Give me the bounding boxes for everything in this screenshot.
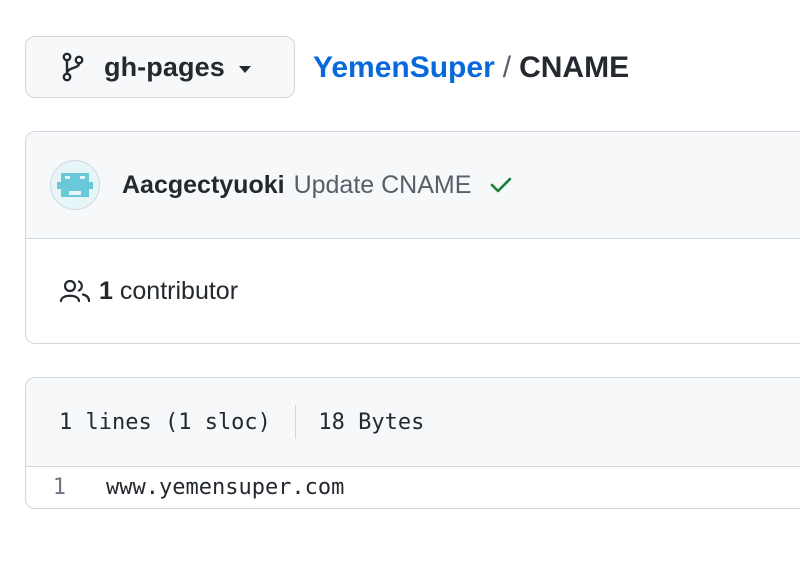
git-branch-icon xyxy=(60,52,86,82)
file-view-page: gh-pages YemenSuper / CNAME Aacgectyuoki U… xyxy=(0,0,800,575)
contributor-label: contributor xyxy=(119,276,239,305)
breadcrumb-separator: / xyxy=(502,51,512,84)
people-icon xyxy=(59,278,91,304)
line-number[interactable]: 1 xyxy=(26,475,106,500)
repo-link[interactable]: YemenSuper xyxy=(313,51,495,84)
commit-message[interactable]: Update CNAME xyxy=(294,171,472,200)
breadcrumb: YemenSuper / CNAME xyxy=(313,48,629,88)
branch-name: gh-pages xyxy=(104,51,225,82)
file-lines-info: 1 lines (1 sloc) xyxy=(59,409,271,435)
contributor-count: 1 xyxy=(99,276,113,305)
avatar[interactable] xyxy=(50,160,100,210)
commit-author[interactable]: Aacgectyuoki xyxy=(122,171,285,200)
file-name: CNAME xyxy=(519,51,630,84)
contributors-link[interactable]: 1 contributor xyxy=(26,239,800,343)
line-code: www.yemensuper.com xyxy=(106,474,345,500)
commit-header: Aacgectyuoki Update CNAME xyxy=(26,132,800,239)
file-content-box: 1 lines (1 sloc) 18 Bytes 1 www.yemensup… xyxy=(25,377,800,509)
latest-commit-box: Aacgectyuoki Update CNAME 1 contributor xyxy=(25,131,800,344)
check-icon[interactable] xyxy=(489,175,513,195)
triangle-down-icon xyxy=(238,65,251,73)
file-size: 18 Bytes xyxy=(318,409,425,435)
branch-selector-button[interactable]: gh-pages xyxy=(25,36,295,98)
file-info-divider xyxy=(294,405,297,439)
code-line: 1 www.yemensuper.com xyxy=(26,467,800,507)
file-info-header: 1 lines (1 sloc) 18 Bytes xyxy=(26,378,800,467)
